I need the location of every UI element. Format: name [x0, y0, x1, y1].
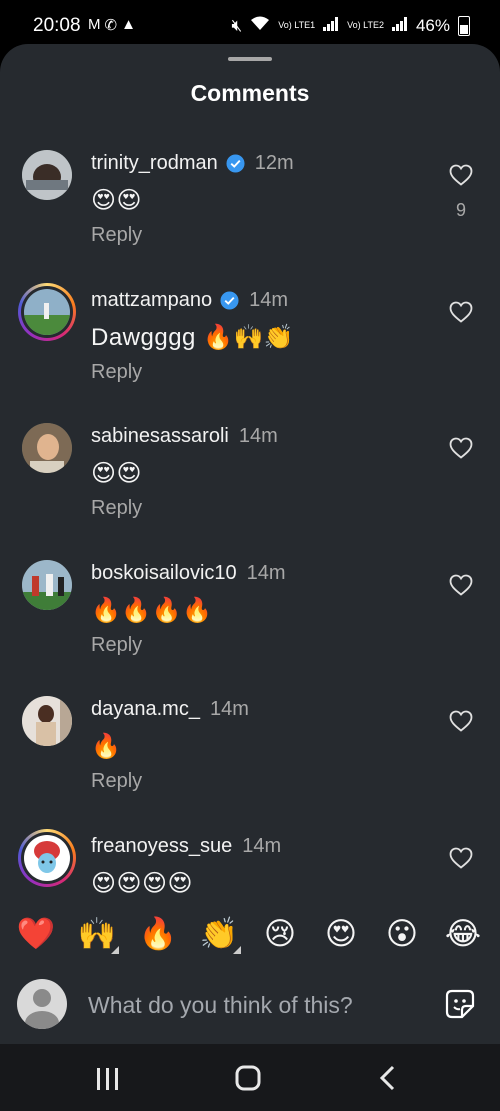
- comment-text: 🔥🔥🔥🔥: [91, 597, 213, 624]
- comment-time: 12m: [254, 152, 294, 174]
- user-avatar: [17, 979, 67, 1029]
- heart-icon[interactable]: [449, 164, 473, 186]
- system-nav-bar: [0, 1044, 500, 1111]
- heart-icon[interactable]: [449, 847, 473, 869]
- verified-badge-icon: [226, 154, 245, 173]
- heart-icon[interactable]: [449, 301, 473, 323]
- status-bar: 20:08 M ✆ ▲ 🔇︎ Vo) LTE1 Vo) LTE2 46%: [0, 0, 500, 44]
- avatar[interactable]: [22, 696, 72, 746]
- avatar[interactable]: [18, 283, 76, 341]
- comment-text: 😍😍😍😍: [91, 870, 194, 897]
- reaction-laugh[interactable]: 😂: [443, 914, 483, 954]
- reply-button[interactable]: Reply: [91, 361, 142, 384]
- avatar[interactable]: [22, 560, 72, 610]
- signal-icon: [323, 16, 339, 36]
- reaction-fire[interactable]: 🔥: [138, 914, 178, 954]
- comment-username[interactable]: trinity_rodman: [91, 152, 218, 175]
- heart-icon[interactable]: [449, 710, 473, 732]
- comment-item: dayana.mc_ 14m 🔥 Reply: [0, 690, 500, 826]
- comment-item: boskoisailovic10 14m 🔥🔥🔥🔥 Reply: [0, 554, 500, 690]
- reaction-clap[interactable]: 👏: [199, 914, 241, 954]
- gmail-icon: M: [88, 16, 101, 33]
- home-icon[interactable]: [228, 1062, 268, 1096]
- comment-item: mattzampano 14m Dawgggg 🔥🙌👏 Reply: [0, 281, 500, 417]
- comment-time: 14m: [249, 289, 289, 311]
- comment-text: 😍😍: [91, 460, 143, 487]
- recents-icon[interactable]: [88, 1062, 128, 1096]
- reaction-heart-eyes[interactable]: 😍: [321, 914, 361, 954]
- reaction-heart[interactable]: ❤️: [16, 914, 56, 954]
- sheet-title: Comments: [190, 80, 310, 106]
- phone-icon: ✆: [104, 17, 118, 34]
- comment-time: 14m: [209, 698, 249, 720]
- comment-text: 😍😍: [91, 187, 143, 214]
- lte2-label: Vo) LTE2: [347, 20, 384, 30]
- comment-time: 14m: [238, 425, 278, 447]
- lte1-label: Vo) LTE1: [278, 20, 316, 30]
- comment-time: 14m: [242, 835, 282, 857]
- back-icon[interactable]: [368, 1062, 408, 1096]
- comment-text: Dawgggg 🔥🙌👏: [91, 324, 295, 351]
- comment-time: 14m: [246, 562, 286, 584]
- reply-button[interactable]: Reply: [91, 770, 142, 793]
- verified-badge-icon: [220, 291, 239, 310]
- reaction-raised-hands[interactable]: 🙌: [77, 914, 119, 954]
- comment-username[interactable]: sabinesassaroli: [91, 425, 229, 448]
- drag-handle[interactable]: [228, 57, 272, 61]
- comment-username[interactable]: dayana.mc_: [91, 698, 200, 721]
- avatar[interactable]: [18, 829, 76, 887]
- battery-percent: 46%: [415, 15, 450, 35]
- comment-item: trinity_rodman 12m 😍😍 Reply 9: [0, 144, 500, 280]
- comments-sheet: Comments trinity_rodman 12m 😍😍 Reply 9 m…: [0, 44, 500, 1044]
- signal-icon-2: [391, 16, 408, 36]
- comment-username[interactable]: mattzampano: [91, 289, 212, 312]
- battery-icon: [458, 15, 470, 36]
- quick-reactions-bar: ❤️ 🙌 🔥 👏 😢 😍 😮 😂: [0, 914, 500, 954]
- reaction-cry[interactable]: 😢: [260, 914, 300, 954]
- reaction-surprised[interactable]: 😮: [382, 914, 422, 954]
- heart-icon[interactable]: [449, 437, 473, 459]
- comment-composer: [0, 974, 500, 1034]
- warning-icon: ▲: [121, 16, 136, 33]
- comment-item: sabinesassaroli 14m 😍😍 Reply: [0, 417, 500, 553]
- sticker-icon[interactable]: [444, 988, 476, 1020]
- mute-icon: 🔇︎: [231, 15, 243, 35]
- reply-button[interactable]: Reply: [91, 497, 142, 520]
- avatar[interactable]: [22, 423, 72, 473]
- comment-username[interactable]: boskoisailovic10: [91, 562, 237, 585]
- wifi-icon: [250, 15, 270, 36]
- reply-button[interactable]: Reply: [91, 634, 142, 657]
- status-time: 20:08: [33, 15, 81, 36]
- reply-button[interactable]: Reply: [91, 224, 142, 247]
- comment-username[interactable]: freanoyess_sue: [91, 835, 232, 858]
- like-count: 9: [455, 200, 466, 220]
- comment-input[interactable]: [86, 984, 420, 1026]
- heart-icon[interactable]: [449, 574, 473, 596]
- comment-text: 🔥: [91, 733, 122, 760]
- avatar[interactable]: [22, 150, 72, 200]
